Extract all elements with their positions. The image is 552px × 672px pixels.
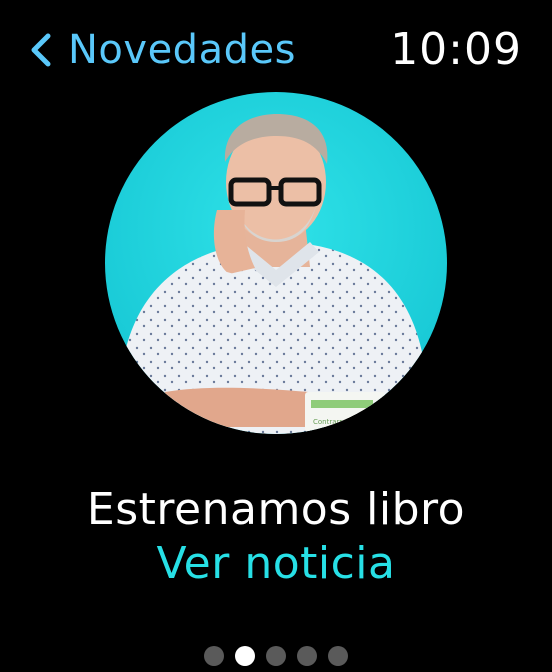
page-dot-active [235,646,255,666]
news-headline: Estrenamos libro [86,484,466,535]
page-dot [266,646,286,666]
page-indicator [0,646,552,666]
page-dot [328,646,348,666]
back-label: Novedades [68,27,296,73]
view-news-link[interactable]: Ver noticia [0,536,552,592]
status-bar: Novedades 10:09 [0,18,552,82]
page-dot [204,646,224,666]
author-photo[interactable]: Contrarrelato [105,92,447,434]
back-button[interactable]: Novedades [28,22,296,78]
page-dot [297,646,317,666]
person-photo-icon: Contrarrelato [105,92,447,434]
book-title: Contrarrelato [313,418,360,426]
clock-time: 10:09 [390,24,522,75]
chevron-left-icon [28,30,54,70]
